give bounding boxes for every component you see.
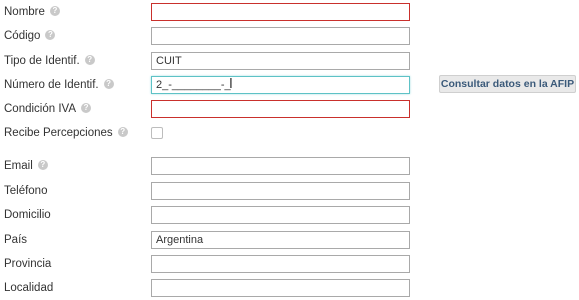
row-provincia: Provincia xyxy=(0,254,579,274)
pais-label: País xyxy=(4,234,28,246)
telefono-input[interactable] xyxy=(151,182,410,200)
nombre-input[interactable] xyxy=(151,3,410,21)
tipo-identif-label: Tipo de Identif.? xyxy=(4,51,95,71)
codigo-label: Código? xyxy=(4,26,56,46)
recibe-percepciones-label: Recibe Percepciones? xyxy=(4,123,128,143)
row-condicion-iva: Condición IVA? xyxy=(0,99,579,119)
numero-identif-label: Número de Identif.? xyxy=(4,75,114,95)
nombre-label: Nombre? xyxy=(4,2,60,22)
condicion-iva-label: Condición IVA? xyxy=(4,99,92,119)
help-icon[interactable]: ? xyxy=(103,78,114,89)
email-input[interactable] xyxy=(151,157,410,175)
row-telefono: Teléfono xyxy=(0,181,579,201)
row-recibe-percepciones: Recibe Percepciones? xyxy=(0,123,579,143)
row-nombre: Nombre? xyxy=(0,2,579,22)
localidad-select[interactable] xyxy=(151,279,410,297)
row-localidad: Localidad xyxy=(0,278,579,298)
help-icon[interactable]: ? xyxy=(81,102,92,113)
help-icon[interactable]: ? xyxy=(45,29,56,40)
help-icon[interactable]: ? xyxy=(37,159,48,170)
codigo-input[interactable] xyxy=(151,27,410,45)
row-domicilio: Domicilio xyxy=(0,205,579,225)
row-email: Email? xyxy=(0,156,579,176)
help-icon[interactable]: ? xyxy=(84,54,95,65)
row-tipo-identif: Tipo de Identif.? CUIT xyxy=(0,51,579,71)
numero-identif-input[interactable]: 2_-________-_ xyxy=(151,76,410,94)
recibe-percepciones-checkbox[interactable] xyxy=(151,127,163,139)
help-icon[interactable]: ? xyxy=(49,5,60,16)
row-pais: País Argentina xyxy=(0,230,579,250)
telefono-label: Teléfono xyxy=(4,185,48,197)
localidad-label: Localidad xyxy=(4,282,54,294)
pais-select[interactable]: Argentina xyxy=(151,231,410,249)
consultar-afip-button[interactable]: Consultar datos en la AFIP xyxy=(439,75,576,93)
tipo-identif-select[interactable]: CUIT xyxy=(151,52,410,70)
provincia-label: Provincia xyxy=(4,258,52,270)
row-numero-identif: Número de Identif.? 2_-________-_ I Cons… xyxy=(0,75,579,95)
domicilio-input[interactable] xyxy=(151,206,410,224)
help-icon[interactable]: ? xyxy=(117,126,128,137)
email-label: Email? xyxy=(4,156,48,176)
condicion-iva-select[interactable] xyxy=(151,100,410,118)
row-codigo: Código? xyxy=(0,26,579,46)
text-cursor-icon: I xyxy=(229,77,233,92)
provincia-select[interactable] xyxy=(151,255,410,273)
domicilio-label: Domicilio xyxy=(4,209,51,221)
